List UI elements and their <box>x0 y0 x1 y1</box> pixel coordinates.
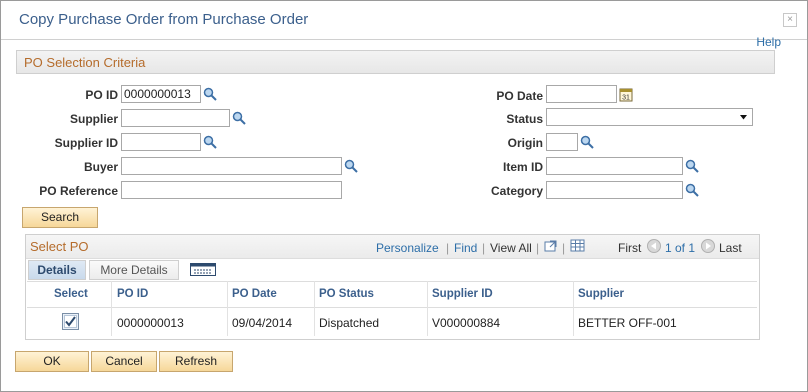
item-id-label: Item ID <box>502 160 543 174</box>
status-label: Status <box>506 112 543 126</box>
column-divider <box>427 281 428 336</box>
column-header-select: Select <box>54 288 88 300</box>
category-lookup-icon[interactable] <box>685 183 699 197</box>
refresh-button[interactable]: Refresh <box>159 351 233 372</box>
cell-supplier: BETTER OFF-001 <box>578 316 677 330</box>
cancel-button[interactable]: Cancel <box>91 351 157 372</box>
section-header: PO Selection Criteria <box>16 50 775 74</box>
column-header-po-id[interactable]: PO ID <box>117 288 148 306</box>
category-label: Category <box>490 184 543 198</box>
dialog-title: Copy Purchase Order from Purchase Order <box>19 11 309 28</box>
column-divider <box>227 281 228 336</box>
search-button[interactable]: Search <box>22 207 98 228</box>
divider: | <box>562 241 566 255</box>
item-id-input[interactable] <box>546 157 683 175</box>
divider: | <box>482 241 486 255</box>
new-window-icon[interactable] <box>544 239 558 252</box>
supplier-id-input[interactable] <box>121 133 201 151</box>
download-grid-icon[interactable] <box>570 239 585 252</box>
supplier-lookup-icon[interactable] <box>232 111 246 125</box>
select-checkbox[interactable] <box>62 313 79 330</box>
cell-po-date: 09/04/2014 <box>232 316 293 330</box>
po-reference-input[interactable] <box>121 181 342 199</box>
supplier-id-lookup-icon[interactable] <box>203 135 217 149</box>
calendar-icon[interactable]: 31 <box>619 87 633 102</box>
supplier-label: Supplier <box>69 112 118 126</box>
personalize-link[interactable]: Personalize <box>376 241 439 255</box>
section-title: PO Selection Criteria <box>24 55 146 70</box>
chevron-down-icon <box>740 115 747 120</box>
cell-po-id: 0000000013 <box>117 316 184 330</box>
category-input[interactable] <box>546 181 683 199</box>
po-id-lookup-icon[interactable] <box>203 87 217 101</box>
next-icon[interactable] <box>701 239 715 253</box>
previous-icon[interactable] <box>647 239 661 253</box>
status-select[interactable] <box>546 108 753 126</box>
column-header-po-date[interactable]: PO Date <box>232 288 277 306</box>
origin-input[interactable] <box>546 133 578 151</box>
grid-title: Select PO <box>30 239 89 254</box>
supplier-id-label: Supplier ID <box>54 136 118 150</box>
buyer-label: Buyer <box>83 160 118 174</box>
po-id-label: PO ID <box>85 88 118 102</box>
header-top-rule <box>27 281 757 282</box>
item-id-lookup-icon[interactable] <box>685 159 699 173</box>
help-link[interactable]: Help <box>756 35 781 49</box>
tab-details[interactable]: Details <box>28 260 86 280</box>
supplier-input[interactable] <box>121 109 230 127</box>
divider: | <box>446 241 450 255</box>
buyer-input[interactable] <box>121 157 342 175</box>
range-label: 1 of 1 <box>665 241 696 255</box>
po-date-label: PO Date <box>496 89 543 103</box>
find-link[interactable]: Find <box>454 241 477 255</box>
cell-po-status: Dispatched <box>319 316 380 330</box>
ok-button[interactable]: OK <box>15 351 89 372</box>
cell-supplier-id: V000000884 <box>432 316 501 330</box>
svg-text:31: 31 <box>622 95 630 102</box>
last-label: Last <box>719 241 742 255</box>
column-divider <box>314 281 315 336</box>
close-icon[interactable]: × <box>783 13 797 27</box>
origin-lookup-icon[interactable] <box>580 135 594 149</box>
first-label: First <box>618 241 642 255</box>
show-all-columns-icon[interactable] <box>190 263 216 276</box>
grid-header: Select PO Personalize | Find | View All … <box>26 235 759 259</box>
column-header-supplier[interactable]: Supplier <box>578 288 624 306</box>
tab-more-details[interactable]: More Details <box>89 260 179 280</box>
dialog-titlebar: Copy Purchase Order from Purchase Order … <box>1 1 807 40</box>
po-reference-label: PO Reference <box>39 184 118 198</box>
po-date-input[interactable] <box>546 85 617 103</box>
header-bottom-rule <box>27 307 757 308</box>
buyer-lookup-icon[interactable] <box>344 159 358 173</box>
column-divider <box>573 281 574 336</box>
divider: | <box>536 241 540 255</box>
copy-po-dialog: Copy Purchase Order from Purchase Order … <box>0 0 808 392</box>
column-divider <box>111 281 112 336</box>
column-header-po-status[interactable]: PO Status <box>319 288 374 306</box>
po-id-input[interactable]: 0000000013 <box>121 85 201 103</box>
column-header-supplier-id[interactable]: Supplier ID <box>432 288 493 306</box>
origin-label: Origin <box>507 136 543 150</box>
view-all-link[interactable]: View All <box>490 241 532 255</box>
